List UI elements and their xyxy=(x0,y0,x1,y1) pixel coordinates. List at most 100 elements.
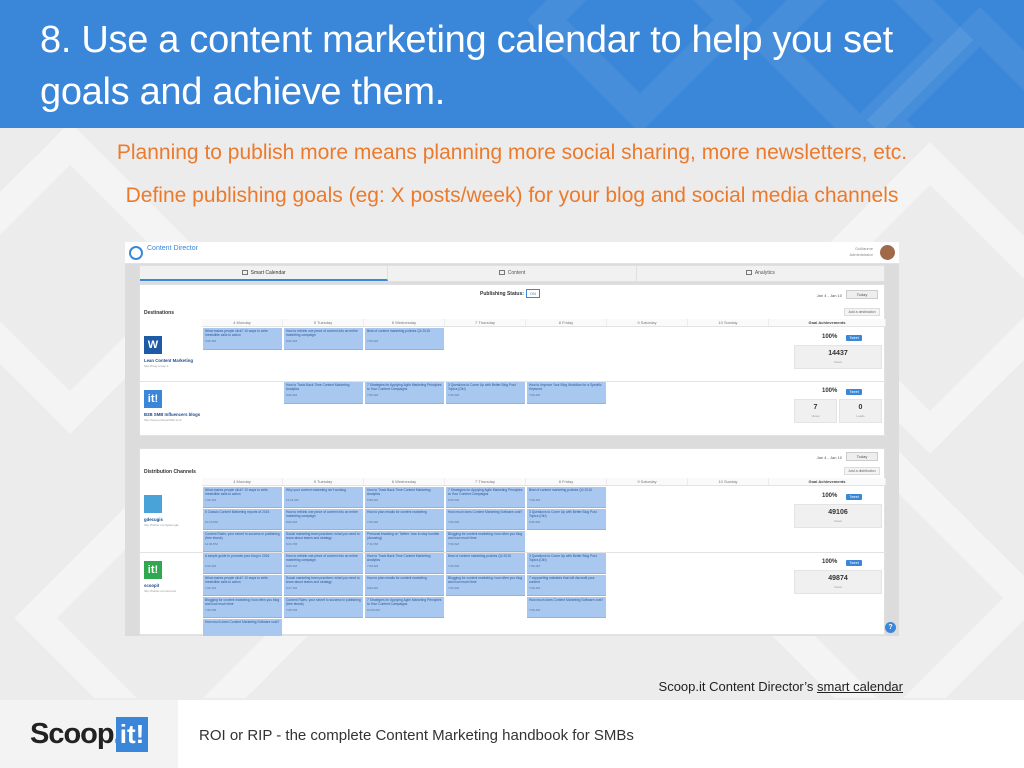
row-label[interactable]: it! scoopit http://twitter.com/scoopit xyxy=(140,553,202,634)
post-title: 5 Classic Content Marketing reports of 2… xyxy=(205,510,270,514)
post-time: 7:00 AM xyxy=(529,586,541,590)
today-button[interactable]: Today xyxy=(846,452,878,461)
scheduled-post[interactable]: How to rethink one piece of content into… xyxy=(284,328,363,350)
scheduled-post[interactable]: How much does Content Marketing Software… xyxy=(203,619,282,636)
scheduled-post[interactable]: How much does Content Marketing Software… xyxy=(527,597,606,618)
scheduled-post[interactable]: How to Track Back Time Content Marketing… xyxy=(365,553,444,574)
post-title: 7 Strategies for Applying Agile Marketin… xyxy=(448,488,523,496)
destination-icon xyxy=(144,495,162,513)
row-label[interactable]: W Lean Content Marketing http://blog.scoop… xyxy=(140,328,202,381)
post-time: 7:00 AM xyxy=(448,586,460,590)
tab-smart-calendar[interactable]: Smart Calendar xyxy=(140,266,389,281)
scheduled-post[interactable]: 7 Strategies for Applying Agile Marketin… xyxy=(446,487,525,508)
stat-label: Views xyxy=(834,585,842,589)
day-column-header: 10 Sunday xyxy=(688,478,769,485)
slide-header: 8. Use a content marketing calendar to h… xyxy=(0,0,1024,128)
destination-name[interactable]: B2B SMB Influencers blogs xyxy=(144,412,202,417)
stat-value: 49106 xyxy=(828,509,848,516)
scheduled-post[interactable]: How to Improve Your Blog Workflow for a … xyxy=(527,382,606,404)
post-title: How much does Content Marketing Software… xyxy=(529,598,604,602)
user-role: Administrator xyxy=(849,252,873,257)
post-title: Personal branding on Twitter: how to sta… xyxy=(367,532,440,540)
post-title: How much does Content Marketing Software… xyxy=(205,620,280,624)
tab-analytics[interactable]: Analytics xyxy=(637,266,884,281)
post-title: Social marketing team practices: what yo… xyxy=(286,532,360,540)
scheduled-post[interactable]: How to Track Back Time Content Marketing… xyxy=(284,382,363,404)
add-destination-button[interactable]: Add a destination xyxy=(844,308,880,316)
scheduled-post[interactable]: How to plan emails for content marketing… xyxy=(365,509,444,530)
post-title: What makes people click? 10 ways to writ… xyxy=(205,488,268,496)
scheduled-post[interactable]: What makes people click? 10 ways to writ… xyxy=(203,487,282,508)
post-time: 7:11 PM xyxy=(367,542,378,546)
scheduled-post[interactable]: Blogging for content marketing: how ofte… xyxy=(446,575,525,596)
avatar[interactable] xyxy=(880,245,895,260)
publishing-status-toggle[interactable]: ON xyxy=(526,289,540,298)
slide-title: 8. Use a content marketing calendar to h… xyxy=(40,19,893,113)
post-time: 3:00 AM xyxy=(205,339,217,343)
add-distribution-button[interactable]: Add a distribution xyxy=(844,467,880,475)
scheduled-post[interactable]: Best of content marketing policies Q4 20… xyxy=(446,553,525,574)
channels-panel: Jan 4 - Jan 10 Today Distribution Channe… xyxy=(139,448,886,636)
scheduled-post[interactable]: What makes people click? 10 ways to writ… xyxy=(203,328,282,350)
scheduled-post[interactable]: 7 copywriting mistakes that will discred… xyxy=(527,575,606,596)
post-time: 10:15 PM xyxy=(205,520,218,524)
scheduled-post[interactable]: How to plan emails for content marketing… xyxy=(365,575,444,596)
destination-url[interactable]: http://twitter.com/gdecugis xyxy=(144,523,202,527)
post-time: 9:00 AM xyxy=(367,586,379,590)
scheduled-post[interactable]: How much does Content Marketing Software… xyxy=(446,509,525,530)
goal-percentage: 100% xyxy=(822,493,838,499)
app-logo-icon[interactable] xyxy=(129,246,143,260)
scheduled-post[interactable]: How to rethink one piece of content into… xyxy=(284,553,363,574)
destination-name[interactable]: scoopit xyxy=(144,583,202,588)
scheduled-post[interactable]: Social marketing team practices: what yo… xyxy=(284,531,363,552)
app-logo-text[interactable]: Content Director xyxy=(147,245,198,253)
scheduled-post[interactable]: What makes people click? 10 ways to writ… xyxy=(203,575,282,596)
post-title: How much does Content Marketing Software… xyxy=(448,510,523,514)
tweet-button[interactable]: Tweet xyxy=(846,494,862,500)
help-icon[interactable]: ? xyxy=(885,622,896,633)
day-column-header: 7 Thursday xyxy=(445,478,526,485)
tab-content[interactable]: Content xyxy=(388,266,637,281)
scheduled-post[interactable]: 3 Questions to Come Up with Better Blog … xyxy=(446,382,525,404)
scheduled-post[interactable]: Blogging for content marketing: how ofte… xyxy=(446,531,525,552)
scheduled-post[interactable]: Blogging for content marketing: how ofte… xyxy=(203,597,282,618)
scheduled-post[interactable]: Personal branding on Twitter: how to sta… xyxy=(365,531,444,552)
tab-label: Smart Calendar xyxy=(250,270,286,276)
post-time: 7:00 AM xyxy=(529,564,541,568)
row-label[interactable]: it! B2B SMB Influencers blogs http://scoop… xyxy=(140,382,202,435)
row-label[interactable]: gdecugis http://twitter.com/gdecugis xyxy=(140,487,202,552)
user-menu[interactable]: Guillaume Administrator xyxy=(849,246,873,258)
scheduled-post[interactable]: Content Rules: your secret to success in… xyxy=(203,531,282,552)
tweet-button[interactable]: Tweet xyxy=(846,560,862,566)
destination-url[interactable]: http://twitter.com/scoopit xyxy=(144,589,202,593)
destination-url[interactable]: http://blog.scoop.it xyxy=(144,364,202,368)
tweet-button[interactable]: Tweet xyxy=(846,335,862,341)
destination-name[interactable]: Lean Content Marketing xyxy=(144,358,202,363)
smart-calendar-link[interactable]: smart calendar xyxy=(817,679,903,694)
destination-url[interactable]: http://scoop.it/topic/b2b-smb xyxy=(144,418,202,422)
scheduled-post[interactable]: 7 Strategies for Applying Agile Marketin… xyxy=(365,382,444,404)
scheduled-post[interactable]: Best of content marketing policies Q4 20… xyxy=(527,487,606,508)
destinations-panel: Publishing Status: ON Jan 4 - Jan 10 Tod… xyxy=(139,284,886,436)
goal-achievement: 100% Tweet 7 Views 0 Leads xyxy=(790,382,886,436)
scheduled-post[interactable]: 7 Strategies for Applying Agile Marketin… xyxy=(365,597,444,618)
post-title: Why your content marketing isn't working xyxy=(286,488,346,492)
scheduled-post[interactable]: Best of content marketing policies Q4 20… xyxy=(365,328,444,350)
today-button[interactable]: Today xyxy=(846,290,878,299)
tweet-button[interactable]: Tweet xyxy=(846,389,862,395)
scheduled-post[interactable]: A simple guide to promote your blog in 2… xyxy=(203,553,282,574)
publishing-status-label: Publishing Status: xyxy=(480,291,524,297)
scheduled-post[interactable]: Content Rules: your secret to success in… xyxy=(284,597,363,618)
post-time: 11:21 AM xyxy=(286,498,299,502)
scheduled-post[interactable]: 3 Questions to Come Up with Better Blog … xyxy=(527,509,606,530)
scheduled-post[interactable]: How to Track Back Time Content Marketing… xyxy=(365,487,444,508)
goal-stat: 7 Views xyxy=(794,399,837,423)
post-time: 6:00 AM xyxy=(205,564,217,568)
destination-name[interactable]: gdecugis xyxy=(144,517,202,522)
post-title: How to Track Back Time Content Marketing… xyxy=(367,488,431,496)
scheduled-post[interactable]: Why your content marketing isn't working… xyxy=(284,487,363,508)
scheduled-post[interactable]: How to rethink one piece of content into… xyxy=(284,509,363,530)
scheduled-post[interactable]: Social marketing team practices: what yo… xyxy=(284,575,363,596)
scheduled-post[interactable]: 5 Classic Content Marketing reports of 2… xyxy=(203,509,282,530)
scheduled-post[interactable]: 3 Questions to Come Up with Better Blog … xyxy=(527,553,606,574)
